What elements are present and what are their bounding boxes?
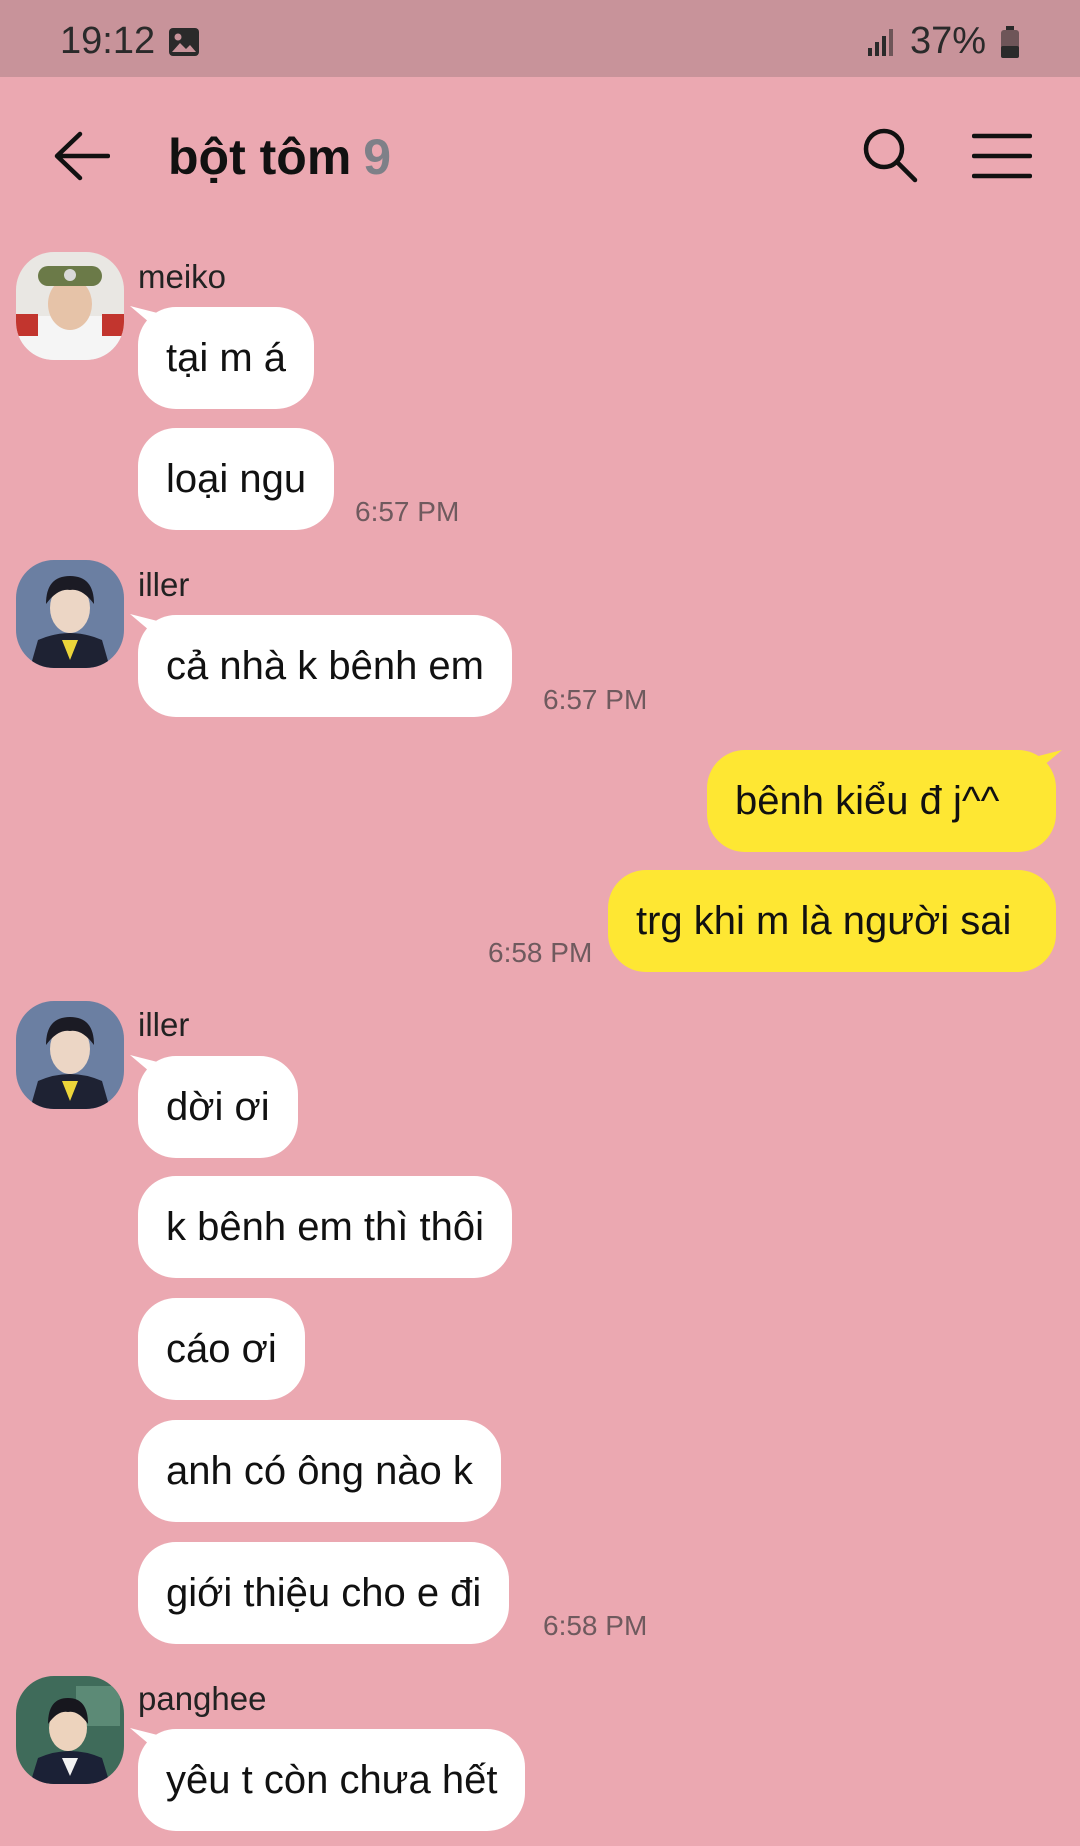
chat-title[interactable]: bột tôm 9 — [168, 128, 391, 186]
message-bubble[interactable]: bênh kiểu đ j^^ — [707, 750, 1056, 852]
message-time: 6:57 PM — [355, 496, 460, 527]
message-bubble[interactable]: anh có ông nào k — [138, 1420, 501, 1522]
menu-icon[interactable] — [972, 133, 1032, 179]
message-bubble[interactable]: tại m á — [138, 307, 315, 409]
chat-header: bột tôm 9 — [0, 77, 1080, 237]
message-bubble[interactable]: giới thiệu cho e đi — [138, 1542, 510, 1644]
avatar-panghee[interactable] — [16, 1676, 124, 1784]
avatar-meiko[interactable] — [16, 252, 124, 360]
battery-percent: 37% — [910, 20, 987, 62]
chat-name: bột tôm — [168, 129, 352, 185]
sender-name: panghee — [138, 1680, 267, 1717]
message-bubble[interactable]: yêu t còn chưa hết — [138, 1729, 526, 1831]
message-bubble[interactable]: cáo ơi — [138, 1298, 305, 1400]
message-time: 6:58 PM — [543, 1610, 648, 1641]
avatar-iller[interactable] — [16, 1001, 124, 1109]
sender-name: meiko — [138, 258, 227, 295]
photo-icon — [169, 28, 199, 56]
sender-name: iller — [138, 566, 190, 603]
member-count: 9 — [363, 129, 392, 185]
message-bubble[interactable]: trg khi m là người sai — [608, 870, 1056, 972]
status-time: 19:12 — [60, 20, 156, 62]
message-time: 6:58 PM — [488, 937, 593, 968]
status-bar: 19:12 37% — [0, 0, 1080, 77]
back-arrow-icon[interactable] — [52, 129, 110, 183]
message-bubble[interactable]: loại ngu — [138, 428, 335, 530]
search-icon[interactable] — [862, 127, 918, 183]
message-bubble[interactable]: k bênh em thì thôi — [138, 1176, 512, 1278]
message-bubble[interactable]: cả nhà k bênh em — [138, 615, 512, 717]
message-bubble[interactable]: dời ơi — [138, 1056, 298, 1158]
signal-icon — [868, 29, 893, 56]
sender-name: iller — [138, 1006, 190, 1043]
message-time: 6:57 PM — [543, 684, 648, 715]
avatar-iller[interactable] — [16, 560, 124, 668]
battery-icon — [1001, 26, 1019, 58]
